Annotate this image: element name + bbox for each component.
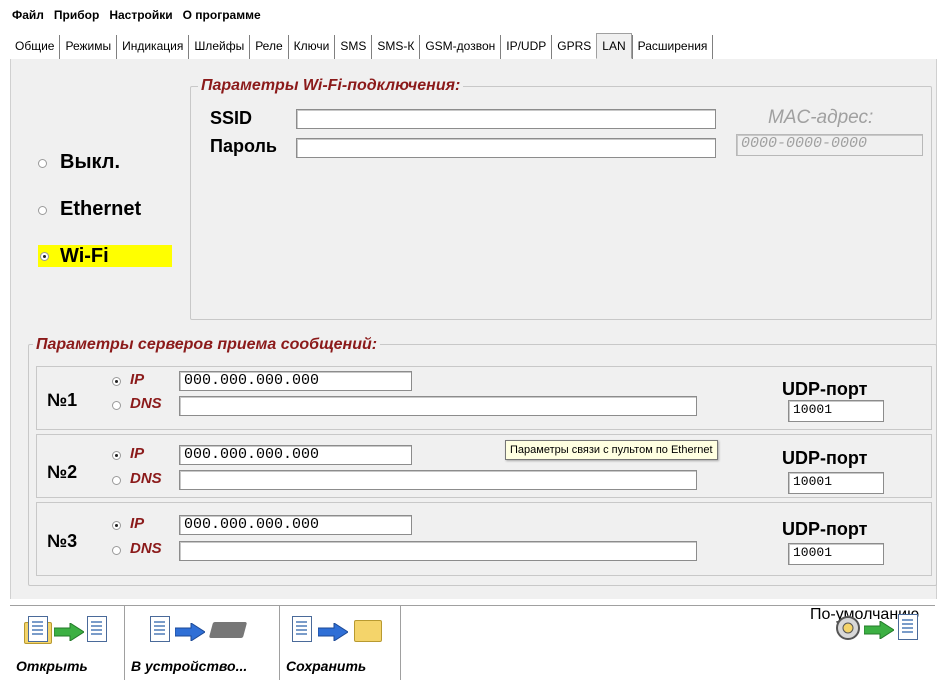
tab-relay[interactable]: Реле bbox=[250, 35, 289, 59]
server-3-number: №3 bbox=[47, 531, 78, 551]
server-2-ip-radio[interactable] bbox=[112, 451, 121, 460]
mac-field: 0000-0000-0000 bbox=[736, 134, 923, 156]
document-icon bbox=[87, 616, 107, 642]
mac-label: MAC-адрес: bbox=[768, 107, 874, 128]
server-1-dns-label: DNS bbox=[130, 395, 162, 412]
server-2-dns-radio[interactable] bbox=[112, 476, 121, 485]
server-3-ip-input[interactable]: 000.000.000.000 bbox=[179, 515, 412, 535]
to-device-label: В устройство... bbox=[131, 658, 248, 674]
menu-file[interactable]: Файл bbox=[8, 6, 50, 24]
servers-group-title: Параметры серверов приема сообщений: bbox=[33, 336, 381, 354]
menu-about[interactable]: О программе bbox=[179, 6, 267, 24]
server-3-udp-label: UDP-порт bbox=[782, 519, 868, 539]
server-2-dns-label: DNS bbox=[130, 470, 162, 487]
server-2-number: №2 bbox=[47, 462, 78, 482]
mode-off-radio[interactable] bbox=[38, 159, 47, 168]
server-1-udp-label: UDP-порт bbox=[782, 379, 868, 399]
tab-sms[interactable]: SMS bbox=[335, 35, 373, 59]
server-2-udp-input[interactable]: 10001 bbox=[788, 472, 884, 494]
tab-loops[interactable]: Шлейфы bbox=[189, 35, 251, 59]
mode-wifi-option[interactable]: Wi-Fi bbox=[38, 245, 172, 267]
menu-device[interactable]: Прибор bbox=[50, 6, 105, 24]
tab-keys[interactable]: Ключи bbox=[289, 35, 336, 59]
tab-sms-k[interactable]: SMS-К bbox=[372, 35, 421, 59]
mode-off-label: Выкл. bbox=[60, 151, 121, 173]
server-3-udp-input[interactable]: 10001 bbox=[788, 543, 884, 565]
server-2-dns-input[interactable] bbox=[179, 470, 697, 490]
document-icon bbox=[898, 614, 918, 640]
tab-bar: Общие Режимы Индикация Шлейфы Реле Ключи… bbox=[10, 33, 935, 60]
arrow-right-icon bbox=[318, 623, 348, 641]
mode-ethernet-radio[interactable] bbox=[38, 206, 47, 215]
server-2-ip-input[interactable]: 000.000.000.000 bbox=[179, 445, 412, 465]
server-1-udp-input[interactable]: 10001 bbox=[788, 400, 884, 422]
server-2-udp-label: UDP-порт bbox=[782, 448, 868, 468]
tab-gsm-dial[interactable]: GSM-дозвон bbox=[420, 35, 502, 59]
to-device-button[interactable]: В устройство... bbox=[125, 606, 280, 680]
tooltip: Параметры связи с пультом по Ethernet bbox=[505, 440, 718, 460]
server-1-number: №1 bbox=[47, 390, 78, 410]
tab-extensions[interactable]: Расширения bbox=[631, 35, 714, 59]
folder-icon bbox=[354, 620, 382, 642]
server-3-dns-input[interactable] bbox=[179, 541, 697, 561]
tab-lan[interactable]: LAN bbox=[596, 33, 632, 59]
tab-ip-udp[interactable]: IP/UDP bbox=[501, 35, 553, 59]
document-icon bbox=[28, 616, 48, 642]
tab-indication[interactable]: Индикация bbox=[117, 35, 190, 59]
document-icon bbox=[150, 616, 170, 642]
server-3-ip-label: IP bbox=[130, 515, 145, 532]
defaults-button[interactable]: По-умолчанию bbox=[810, 606, 935, 680]
server-2-ip-label: IP bbox=[130, 445, 145, 462]
wifi-group-title: Параметры Wi-Fi-подключения: bbox=[198, 77, 464, 95]
server-3-dns-radio[interactable] bbox=[112, 546, 121, 555]
bottom-toolbar: Открыть В устройство... Сохранить По-умо… bbox=[10, 605, 935, 682]
password-input[interactable] bbox=[296, 138, 716, 158]
tab-gprs[interactable]: GPRS bbox=[552, 35, 596, 59]
mode-wifi-radio[interactable] bbox=[40, 252, 49, 261]
server-1-ip-label: IP bbox=[130, 371, 145, 388]
menu-bar: Файл Прибор Настройки О программе bbox=[8, 6, 267, 24]
arrow-right-icon bbox=[175, 623, 205, 641]
server-1-dns-input[interactable] bbox=[179, 396, 697, 416]
mode-wifi-label: Wi-Fi bbox=[60, 245, 109, 267]
document-icon bbox=[292, 616, 312, 642]
mode-ethernet-label: Ethernet bbox=[60, 198, 142, 220]
save-label: Сохранить bbox=[286, 658, 367, 674]
tab-modes[interactable]: Режимы bbox=[60, 35, 118, 59]
open-button[interactable]: Открыть bbox=[10, 606, 125, 680]
tab-general[interactable]: Общие bbox=[10, 35, 61, 59]
arrow-right-icon bbox=[54, 623, 84, 641]
menu-settings[interactable]: Настройки bbox=[105, 6, 178, 24]
chip-icon bbox=[208, 622, 248, 638]
save-button[interactable]: Сохранить bbox=[280, 606, 401, 680]
server-3-ip-radio[interactable] bbox=[112, 521, 121, 530]
server-1-ip-input[interactable]: 000.000.000.000 bbox=[179, 371, 412, 391]
server-3-dns-label: DNS bbox=[130, 540, 162, 557]
arrow-right-icon bbox=[864, 621, 894, 639]
open-label: Открыть bbox=[16, 658, 88, 674]
server-1-dns-radio[interactable] bbox=[112, 401, 121, 410]
ssid-label: SSID bbox=[210, 108, 253, 128]
password-label: Пароль bbox=[210, 136, 277, 156]
ssid-input[interactable] bbox=[296, 109, 716, 129]
reset-icon bbox=[836, 616, 860, 640]
server-1-ip-radio[interactable] bbox=[112, 377, 121, 386]
